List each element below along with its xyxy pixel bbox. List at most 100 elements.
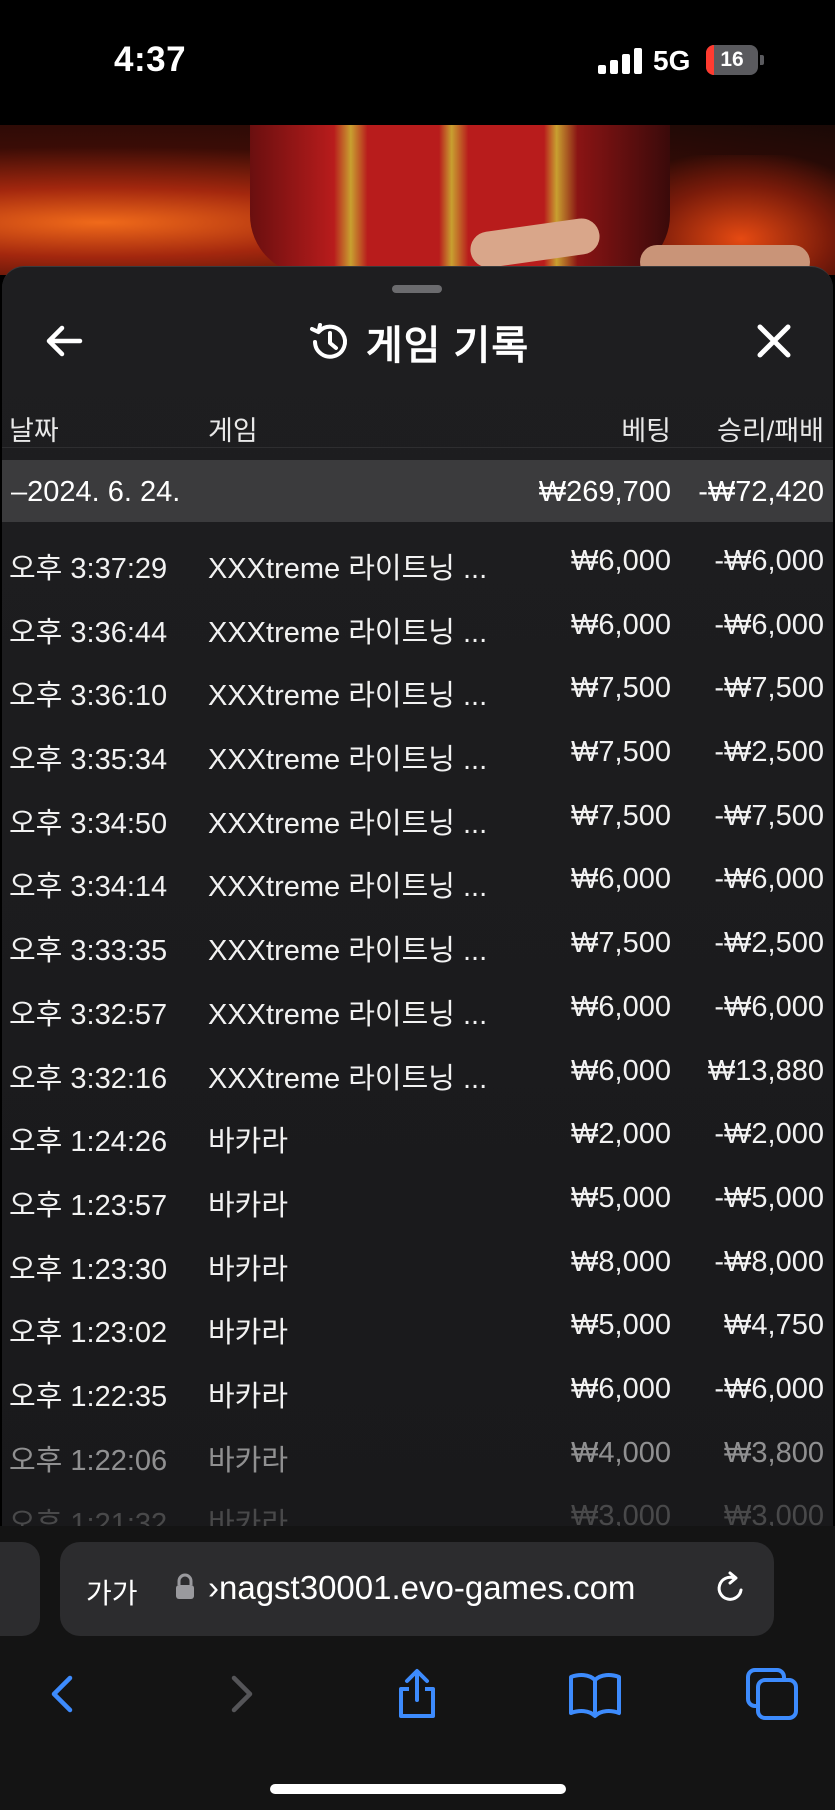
summary-date: –2024. 6. 24. xyxy=(11,476,181,508)
row-time: 오후 1:24:26 xyxy=(9,1126,168,1159)
row-bet: ₩5,000 xyxy=(571,1181,671,1214)
row-bet: ₩5,000 xyxy=(571,1309,671,1342)
chevron-left-icon xyxy=(51,1675,73,1713)
date-summary-row[interactable]: –2024. 6. 24. ₩269,700 -₩72,420 xyxy=(2,460,833,522)
battery-level: 16 xyxy=(720,48,744,71)
row-result: -₩2,000 xyxy=(714,1118,824,1151)
row-result: -₩2,500 xyxy=(714,927,824,960)
row-result: ₩13,880 xyxy=(707,1054,824,1087)
nav-forward-button[interactable] xyxy=(214,1666,270,1722)
row-bet: ₩3,000 xyxy=(571,1500,671,1527)
table-row[interactable]: 오후 1:23:30 바카라 ₩8,000 -₩8,000 xyxy=(2,1224,833,1288)
row-game: XXXtreme 라이트닝 ... xyxy=(208,935,488,968)
close-icon xyxy=(757,324,791,358)
row-time: 오후 1:23:57 xyxy=(9,1189,168,1222)
table-row[interactable]: 오후 1:23:02 바카라 ₩5,000 ₩4,750 xyxy=(2,1287,833,1351)
table-row[interactable]: 오후 3:32:16 XXXtreme 라이트닝 ... ₩6,000 ₩13,880 xyxy=(2,1033,833,1097)
row-time: 오후 1:23:02 xyxy=(9,1317,168,1350)
table-row[interactable]: 오후 3:33:35 XXXtreme 라이트닝 ... ₩7,500 -₩2,500 xyxy=(2,905,833,969)
row-bet: ₩7,500 xyxy=(571,799,671,832)
share-button[interactable] xyxy=(389,1666,445,1722)
row-game: XXXtreme 라이트닝 ... xyxy=(208,553,488,585)
row-time: 오후 1:23:30 xyxy=(9,1253,168,1286)
row-game: 바카라 xyxy=(208,1189,289,1222)
row-result: -₩6,000 xyxy=(714,1372,824,1405)
table-row[interactable]: 오후 1:22:35 바카라 ₩6,000 -₩6,000 xyxy=(2,1351,833,1415)
history-list: 오후 3:37:29 XXXtreme 라이트닝 ... ₩6,000 -₩6,000… xyxy=(2,523,833,1527)
row-time: 오후 3:36:10 xyxy=(9,680,168,713)
row-result: -₩2,500 xyxy=(714,736,824,769)
tabs-button[interactable] xyxy=(744,1666,800,1722)
row-bet: ₩7,500 xyxy=(571,927,671,960)
row-time: 오후 3:33:35 xyxy=(9,935,168,968)
table-header: 날짜 게임 베팅 승리/패배 xyxy=(2,387,833,448)
row-result: -₩6,000 xyxy=(714,863,824,896)
row-time: 오후 3:32:16 xyxy=(9,1062,168,1095)
row-bet: ₩8,000 xyxy=(571,1245,671,1278)
row-result: -₩8,000 xyxy=(714,1245,824,1278)
table-row[interactable]: 오후 1:23:57 바카라 ₩5,000 -₩5,000 xyxy=(2,1160,833,1224)
column-header-game: 게임 xyxy=(208,416,258,446)
summary-result: -₩72,420 xyxy=(698,476,824,508)
table-row[interactable]: 오후 3:34:14 XXXtreme 라이트닝 ... ₩6,000 -₩6,000 xyxy=(2,841,833,905)
row-game: 바카라 xyxy=(208,1444,289,1477)
row-time: 오후 1:22:35 xyxy=(9,1380,168,1413)
table-row[interactable]: 오후 3:37:29 XXXtreme 라이트닝 ... ₩6,000 -₩6,000 xyxy=(2,523,833,587)
reload-icon[interactable] xyxy=(710,1568,750,1608)
table-row[interactable]: 오후 1:24:26 바카라 ₩2,000 -₩2,000 xyxy=(2,1096,833,1160)
column-header-result: 승리/패배 xyxy=(717,416,824,446)
browser-bottom-bar: 가가 ›nagst30001.evo-games.com xyxy=(0,1526,835,1810)
sheet-grabber[interactable] xyxy=(392,285,442,293)
previous-tab-preview[interactable] xyxy=(0,1542,40,1636)
row-result: ₩4,750 xyxy=(724,1309,824,1342)
status-time: 4:37 xyxy=(114,40,187,79)
live-video-background xyxy=(0,125,835,275)
table-row[interactable]: 오후 3:36:10 XXXtreme 라이트닝 ... ₩7,500 -₩7,500 xyxy=(2,650,833,714)
row-result: ₩3,800 xyxy=(724,1436,824,1469)
column-header-bet: 베팅 xyxy=(621,416,671,446)
network-type: 5G xyxy=(653,45,691,76)
row-bet: ₩6,000 xyxy=(571,1372,671,1405)
table-row[interactable]: 오후 3:32:57 XXXtreme 라이트닝 ... ₩6,000 -₩6,000 xyxy=(2,969,833,1033)
row-result: -₩7,500 xyxy=(714,672,824,705)
row-time: 오후 1:21:32 xyxy=(9,1508,168,1527)
row-game: 바카라 xyxy=(208,1508,289,1527)
page-title: 게임 기록 xyxy=(365,324,530,368)
row-result: -₩5,000 xyxy=(714,1181,824,1214)
bookmarks-button[interactable] xyxy=(567,1666,623,1722)
row-game: XXXtreme 라이트닝 ... xyxy=(208,680,488,713)
panel-header: 게임 기록 xyxy=(2,307,833,377)
row-bet: ₩6,000 xyxy=(571,990,671,1023)
nav-back-button[interactable] xyxy=(34,1666,90,1722)
row-game: XXXtreme 라이트닝 ... xyxy=(208,744,488,777)
home-indicator xyxy=(270,1784,566,1794)
row-time: 오후 3:32:57 xyxy=(9,998,168,1031)
row-bet: ₩6,000 xyxy=(571,1054,671,1087)
row-time: 오후 3:36:44 xyxy=(9,616,168,649)
table-row[interactable]: 오후 3:36:44 XXXtreme 라이트닝 ... ₩6,000 -₩6,000 xyxy=(2,587,833,651)
history-clock-icon xyxy=(309,323,347,359)
table-row[interactable]: 오후 3:34:50 XXXtreme 라이트닝 ... ₩7,500 -₩7,500 xyxy=(2,778,833,842)
row-time: 오후 1:22:06 xyxy=(9,1444,168,1477)
battery-icon: 16 xyxy=(706,45,764,75)
table-row[interactable]: 오후 3:35:34 XXXtreme 라이트닝 ... ₩7,500 -₩2,500 xyxy=(2,714,833,778)
address-bar[interactable]: 가가 ›nagst30001.evo-games.com xyxy=(60,1542,774,1636)
row-game: XXXtreme 라이트닝 ... xyxy=(208,616,488,649)
status-bar: 4:37 5G 16 xyxy=(0,0,835,125)
text-size-button[interactable]: 가가 xyxy=(86,1572,138,1612)
table-row[interactable]: 오후 1:21:32 바카라 ₩3,000 ₩3,000 xyxy=(2,1478,833,1527)
row-time: 오후 3:35:34 xyxy=(9,744,168,777)
game-history-panel: 게임 기록 날짜 게임 베팅 승리/패배 –2024. 6. 24. ₩269,… xyxy=(2,266,833,1527)
close-button[interactable] xyxy=(750,317,798,365)
url-text[interactable]: ›nagst30001.evo-games.com xyxy=(208,1569,718,1607)
chevron-right-icon xyxy=(231,1675,253,1713)
row-time: 오후 3:37:29 xyxy=(9,553,168,585)
book-icon xyxy=(569,1673,621,1718)
row-result: ₩3,000 xyxy=(724,1500,824,1527)
row-game: 바카라 xyxy=(208,1126,289,1159)
row-game: 바카라 xyxy=(208,1380,289,1413)
table-row[interactable]: 오후 1:22:06 바카라 ₩4,000 ₩3,800 xyxy=(2,1415,833,1479)
column-header-date: 날짜 xyxy=(9,416,59,446)
row-result: -₩6,000 xyxy=(714,990,824,1023)
row-time: 오후 3:34:14 xyxy=(9,871,168,904)
